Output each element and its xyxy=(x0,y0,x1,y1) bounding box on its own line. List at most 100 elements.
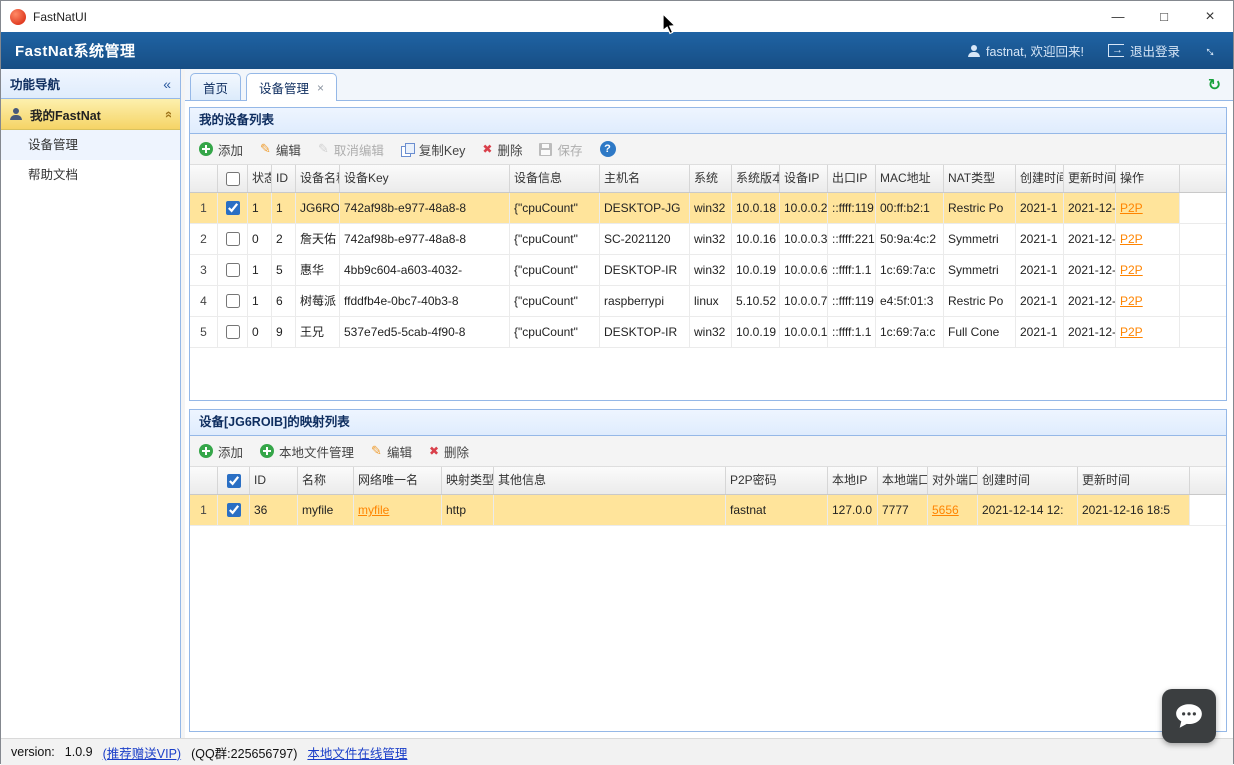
grid-cell: e4:5f:01:3 xyxy=(876,286,944,316)
p2p-link[interactable]: P2P xyxy=(1120,201,1143,215)
column-header[interactable]: MAC地址 xyxy=(876,165,944,192)
select-all-checkbox[interactable] xyxy=(227,474,241,488)
edit-mapping-button[interactable]: ✎ 编辑 xyxy=(371,442,412,461)
sidebar-item-label: 帮助文档 xyxy=(28,168,78,182)
column-header[interactable]: 状态 xyxy=(248,165,272,192)
column-header[interactable]: 出口IP xyxy=(828,165,876,192)
grid-cell: fastnat xyxy=(726,495,828,525)
column-header[interactable]: 系统 xyxy=(690,165,732,192)
column-header[interactable]: 更新时间 xyxy=(1078,467,1190,494)
column-header[interactable]: 网络唯一名 xyxy=(354,467,442,494)
row-checkbox[interactable] xyxy=(226,263,240,277)
tab-device-management[interactable]: 设备管理 × xyxy=(246,73,337,101)
row-checkbox[interactable] xyxy=(226,232,240,246)
column-header[interactable]: 映射类型 xyxy=(442,467,494,494)
column-header[interactable]: ID xyxy=(250,467,298,494)
device-table-row[interactable]: 202詹天佑742af98b-e977-48a8-8{"cpuCount"SC-… xyxy=(190,224,1226,255)
tab-close-icon[interactable]: × xyxy=(317,81,324,95)
column-header[interactable]: 设备信息 xyxy=(510,165,600,192)
header-right: fastnat, 欢迎回来! → 退出登录 ↔ xyxy=(968,41,1219,60)
grid-cell: 5.10.52 xyxy=(732,286,780,316)
delete-label: 删除 xyxy=(497,140,522,159)
delete-mapping-button[interactable]: ✖ 删除 xyxy=(429,442,469,461)
external-port-link[interactable]: 5656 xyxy=(932,503,959,517)
column-header[interactable]: 其他信息 xyxy=(494,467,726,494)
column-header[interactable]: 操作 xyxy=(1116,165,1180,192)
p2p-link[interactable]: P2P xyxy=(1120,232,1143,246)
user-greeting[interactable]: fastnat, 欢迎回来! xyxy=(968,41,1084,60)
grid-cell: DESKTOP-JG xyxy=(600,193,690,223)
copy-key-button[interactable]: 复制Key xyxy=(401,140,466,159)
column-header[interactable]: ID xyxy=(272,165,296,192)
add-mapping-button[interactable]: 添加 xyxy=(199,442,243,461)
tab-device-label: 设备管理 xyxy=(259,78,309,97)
tab-content: 我的设备列表 添加 ✎ 编辑 ✎ 取消编辑 xyxy=(185,101,1233,738)
add-device-button[interactable]: 添加 xyxy=(199,140,243,159)
grid-cell: 1 xyxy=(248,193,272,223)
column-header[interactable]: 设备Key xyxy=(340,165,510,192)
network-name-link[interactable]: myfile xyxy=(358,503,389,517)
row-checkbox-cell xyxy=(218,286,248,316)
column-header[interactable]: P2P密码 xyxy=(726,467,828,494)
column-header[interactable]: NAT类型 xyxy=(944,165,1016,192)
logout-label: 退出登录 xyxy=(1130,41,1180,60)
chat-widget-button[interactable] xyxy=(1162,689,1216,743)
row-checkbox[interactable] xyxy=(226,294,240,308)
row-number-cell: 5 xyxy=(190,317,218,347)
mapping-table-row[interactable]: 136myfilemyfilehttpfastnat127.0.07777565… xyxy=(190,495,1226,526)
row-checkbox-cell xyxy=(218,255,248,285)
sidebar-item-device-management[interactable]: 设备管理 xyxy=(1,130,180,160)
grid-cell: {"cpuCount" xyxy=(510,317,600,347)
column-header[interactable]: 更新时间 xyxy=(1064,165,1116,192)
delete-device-button[interactable]: ✖ 删除 xyxy=(482,140,522,159)
vip-link[interactable]: (推荐赠送VIP) xyxy=(103,743,181,762)
p2p-link[interactable]: P2P xyxy=(1120,263,1143,277)
column-header[interactable]: 创建时间 xyxy=(978,467,1078,494)
sidebar-item-help-docs[interactable]: 帮助文档 xyxy=(1,160,180,190)
device-table-row[interactable]: 111JG6RO742af98b-e977-48a8-8{"cpuCount"D… xyxy=(190,193,1226,224)
cancel-edit-label: 取消编辑 xyxy=(334,140,384,159)
close-button[interactable]: × xyxy=(1187,1,1233,32)
grid-cell: 4bb9c604-a603-4032- xyxy=(340,255,510,285)
p2p-link[interactable]: P2P xyxy=(1120,325,1143,339)
grid-cell: 詹天佑 xyxy=(296,224,340,254)
sidebar-item-label: 设备管理 xyxy=(28,138,78,152)
row-checkbox[interactable] xyxy=(227,503,241,517)
accordion-header-my-fastnat[interactable]: 我的FastNat » xyxy=(1,99,180,130)
column-header[interactable]: 主机名 xyxy=(600,165,690,192)
expand-icon[interactable]: ↔ xyxy=(1200,39,1223,62)
edit-device-button[interactable]: ✎ 编辑 xyxy=(260,140,301,159)
device-table-row[interactable]: 416树莓派ffddfb4e-0bc7-40b3-8{"cpuCount"ras… xyxy=(190,286,1226,317)
grid-cell: {"cpuCount" xyxy=(510,224,600,254)
column-header[interactable]: 名称 xyxy=(298,467,354,494)
help-icon[interactable]: ? xyxy=(600,141,616,157)
refresh-icon[interactable]: ↻ xyxy=(1208,75,1225,98)
p2p-link[interactable]: P2P xyxy=(1120,294,1143,308)
column-header[interactable]: 对外端口 xyxy=(928,467,978,494)
grid-cell: 2021-12- xyxy=(1064,193,1116,223)
collapse-sidebar-icon[interactable]: « xyxy=(163,76,171,92)
local-file-online-link[interactable]: 本地文件在线管理 xyxy=(307,743,407,762)
row-checkbox[interactable] xyxy=(226,325,240,339)
minimize-button[interactable]: — xyxy=(1095,1,1141,32)
grid-cell: 10.0.0.2 xyxy=(780,193,828,223)
grid-cell: 10.0.0.6 xyxy=(780,255,828,285)
column-header[interactable]: 本地IP xyxy=(828,467,878,494)
column-header[interactable]: 创建时间 xyxy=(1016,165,1064,192)
column-header[interactable]: 设备IP xyxy=(780,165,828,192)
column-header[interactable]: 本地端口 xyxy=(878,467,928,494)
tab-home[interactable]: 首页 xyxy=(190,73,241,100)
grid-cell: DESKTOP-IR xyxy=(600,317,690,347)
logout-button[interactable]: → 退出登录 xyxy=(1108,41,1180,60)
device-table-row[interactable]: 315惠华4bb9c604-a603-4032-{"cpuCount"DESKT… xyxy=(190,255,1226,286)
row-checkbox[interactable] xyxy=(226,201,240,215)
device-table-row[interactable]: 509王兄537e7ed5-5cab-4f90-8{"cpuCount"DESK… xyxy=(190,317,1226,348)
grid-cell: 742af98b-e977-48a8-8 xyxy=(340,224,510,254)
local-file-manage-button[interactable]: 本地文件管理 xyxy=(260,442,354,461)
column-header[interactable]: 系统版本 xyxy=(732,165,780,192)
maximize-button[interactable]: □ xyxy=(1141,1,1187,32)
grid-cell: ::ffff:119 xyxy=(828,193,876,223)
grid-cell: 10.0.0.10 xyxy=(780,317,828,347)
column-header[interactable]: 设备名称 xyxy=(296,165,340,192)
select-all-checkbox[interactable] xyxy=(226,172,240,186)
